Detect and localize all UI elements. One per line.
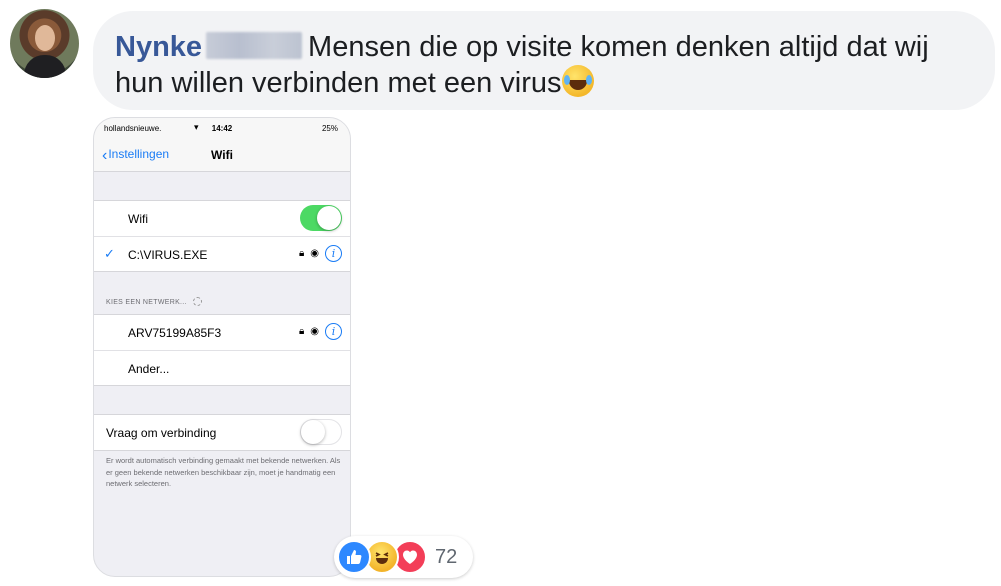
attached-screenshot[interactable]: hollandsnieuwe. ▾ 14:42 25% ‹Instellinge…: [93, 117, 351, 577]
loading-spinner-icon: [192, 297, 202, 306]
ask-join-footnote: Er wordt automatisch verbinding gemaakt …: [106, 456, 341, 488]
network-name: ARV75199A85F3: [128, 326, 222, 340]
redacted-surname: [206, 32, 303, 59]
comment-text: Nynke Mensen die op visite komen denken a…: [115, 29, 985, 101]
ios-status-bar: hollandsnieuwe. ▾ 14:42 25%: [94, 118, 350, 138]
section-header: KIES EEN NETWERK...: [106, 297, 202, 306]
other-network-label: Ander...: [128, 362, 170, 376]
nav-title: Wifi: [211, 148, 233, 162]
networks-group: ARV75199A85F3 🔒︎ ◉ i Ander...: [94, 314, 350, 386]
network-row[interactable]: ARV75199A85F3 🔒︎ ◉ i: [94, 315, 350, 350]
ask-join-group: Vraag om verbinding: [94, 414, 350, 451]
ask-join-row: Vraag om verbinding: [94, 415, 350, 450]
wifi-group: Wifi ✓ C:\VIRUS.EXE 🔒︎ ◉ i: [94, 200, 350, 272]
connected-network-name: C:\VIRUS.EXE: [128, 248, 208, 262]
ask-join-toggle[interactable]: [300, 419, 342, 445]
wifi-toggle[interactable]: [300, 205, 342, 231]
section-header-text: KIES EEN NETWERK...: [106, 299, 187, 306]
network-icons: 🔒︎ ◉ i: [299, 323, 342, 340]
reaction-count: 72: [435, 546, 458, 568]
info-icon[interactable]: i: [325, 323, 342, 340]
checkmark-icon: ✓: [104, 246, 115, 261]
ask-join-label: Vraag om verbinding: [106, 426, 217, 440]
comment-bubble: Nynke Mensen die op visite komen denken a…: [93, 11, 995, 110]
lock-icon: 🔒︎: [298, 326, 305, 337]
ios-nav-bar: ‹Instellingen Wifi: [94, 138, 350, 172]
toggle-knob: [317, 206, 341, 230]
wifi-label: Wifi: [128, 212, 148, 226]
wifi-toggle-row: Wifi: [94, 201, 350, 236]
author-name[interactable]: Nynke: [115, 31, 202, 63]
battery-label: 25%: [321, 124, 338, 133]
reactions-summary[interactable]: 72: [334, 536, 473, 578]
network-icons: 🔒︎ ◉ i: [299, 245, 342, 262]
other-network-row[interactable]: Ander...: [94, 350, 350, 385]
status-time: 14:42: [211, 124, 233, 133]
avatar-shirt: [24, 55, 66, 78]
wifi-icon: ◉: [310, 326, 319, 337]
connected-network-row[interactable]: ✓ C:\VIRUS.EXE 🔒︎ ◉ i: [94, 236, 350, 271]
lock-icon: 🔒︎: [298, 248, 305, 259]
toggle-knob: [301, 420, 325, 444]
avatar-face: [35, 25, 55, 51]
author-avatar[interactable]: [10, 9, 79, 78]
face-with-tears-of-joy-icon: [561, 65, 594, 97]
like-icon: [337, 540, 371, 574]
wifi-icon: ◉: [310, 248, 319, 259]
info-icon[interactable]: i: [325, 245, 342, 262]
